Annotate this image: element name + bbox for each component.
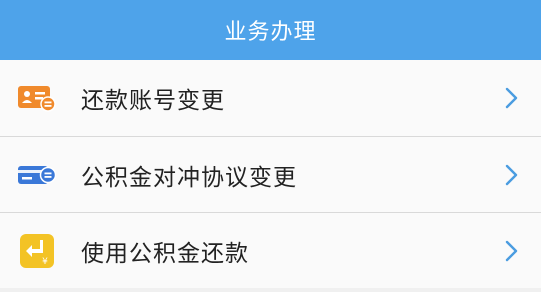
account-card-icon: [18, 79, 56, 117]
chevron-right-icon: [505, 164, 519, 186]
list-item-label: 还款账号变更: [81, 88, 225, 114]
chevron-right-icon: [505, 240, 519, 262]
list-item-label: 使用公积金还款: [81, 240, 249, 267]
list-item-label: 公积金对冲协议变更: [81, 164, 297, 191]
list-item-repay-with-housing-fund[interactable]: ¥ 使用公积金还款: [0, 212, 541, 288]
header-bar: 业务办理: [0, 0, 541, 60]
list-item-offset-agreement-change[interactable]: 公积金对冲协议变更: [0, 136, 541, 212]
page-title: 业务办理: [224, 20, 317, 45]
list-item-repayment-account-change[interactable]: 还款账号变更: [0, 60, 541, 136]
svg-text:¥: ¥: [42, 257, 48, 267]
service-list: 还款账号变更 公积金对冲协议变更 ¥ 使用公积金还款: [0, 60, 541, 288]
card-swap-icon: [18, 156, 56, 194]
chevron-right-icon: [505, 87, 519, 109]
yuan-return-icon: ¥: [18, 232, 56, 270]
